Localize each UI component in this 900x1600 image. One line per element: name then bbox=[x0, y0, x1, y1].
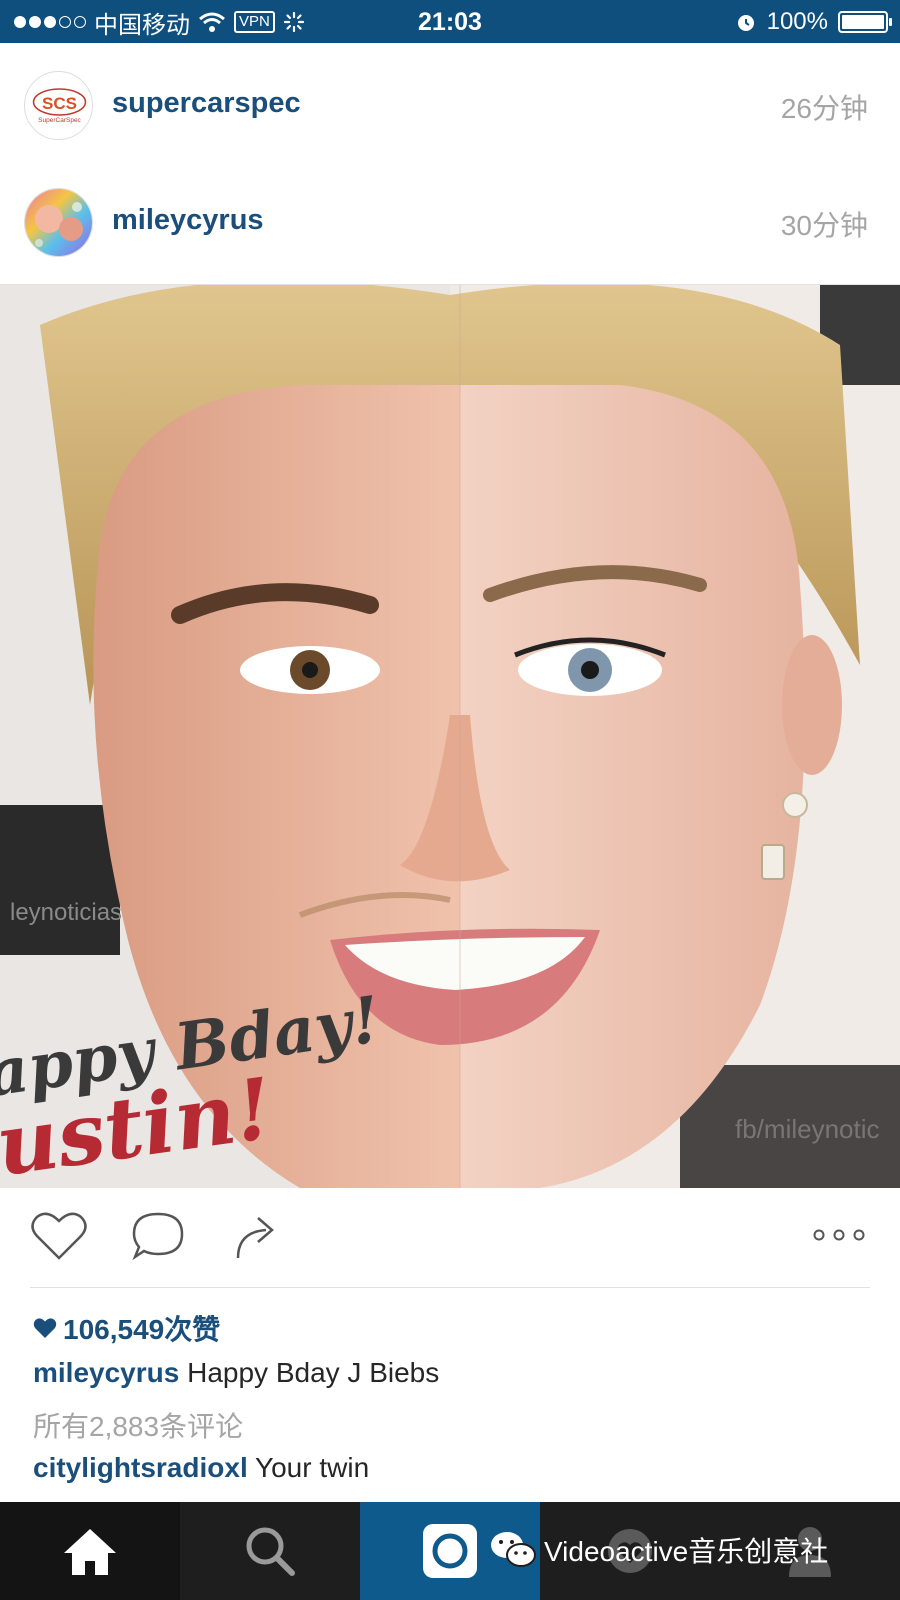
divider bbox=[30, 1287, 870, 1288]
caption-text: Happy Bday J Biebs bbox=[179, 1357, 440, 1388]
share-icon[interactable] bbox=[232, 1210, 280, 1267]
search-icon bbox=[246, 1527, 295, 1576]
post-action-bar bbox=[0, 1188, 900, 1288]
avatar[interactable]: SCS SuperCarSpec bbox=[24, 71, 93, 140]
post-time: 26分钟 bbox=[780, 93, 868, 124]
heart-icon[interactable] bbox=[30, 1210, 88, 1267]
post-caption: mileycyrus Happy Bday J Biebs bbox=[33, 1357, 439, 1389]
post-time: 30分钟 bbox=[780, 210, 868, 241]
comment-icon[interactable] bbox=[130, 1210, 186, 1267]
avatar-logo-text: SCS bbox=[42, 94, 77, 113]
battery-percent: 100% bbox=[766, 8, 828, 35]
post-username[interactable]: supercarspec bbox=[112, 87, 301, 120]
post-photo[interactable]: appy Bday! ustin! leynoticias fb/mileyno… bbox=[0, 285, 900, 1188]
caption-username[interactable]: mileycyrus bbox=[33, 1357, 179, 1388]
battery-icon bbox=[838, 11, 892, 33]
wechat-watermark: Videoactive音乐创意社 bbox=[490, 1525, 828, 1575]
tab-home[interactable] bbox=[0, 1502, 180, 1600]
likes-count[interactable]: 106,549次赞 bbox=[33, 1308, 220, 1348]
status-bar: 中国移动 VPN 21:03 100% bbox=[0, 0, 900, 43]
photo-watermark-left: leynoticias bbox=[10, 899, 122, 926]
likes-label: 106,549次赞 bbox=[63, 1314, 221, 1345]
home-icon bbox=[64, 1529, 116, 1575]
photo-watermark-right: fb/mileynotic bbox=[735, 1114, 880, 1144]
heart-filled-icon bbox=[33, 1318, 57, 1338]
wechat-icon bbox=[491, 1532, 536, 1567]
alarm-icon bbox=[737, 15, 754, 31]
post-header-mileycyrus: mileycyrus 30分钟 bbox=[0, 160, 900, 285]
svg-text:SuperCarSpec: SuperCarSpec bbox=[38, 117, 81, 124]
tab-search[interactable] bbox=[180, 1502, 360, 1600]
comment-username[interactable]: citylightsradioxl bbox=[33, 1452, 248, 1483]
comment-text: Your twin bbox=[247, 1452, 370, 1483]
avatar[interactable] bbox=[24, 188, 93, 257]
camera-icon bbox=[423, 1524, 477, 1578]
post-username[interactable]: mileycyrus bbox=[112, 204, 264, 237]
post-header-supercarspec: SCS SuperCarSpec supercarspec 26分钟 bbox=[0, 43, 900, 168]
more-icon[interactable] bbox=[812, 1228, 866, 1247]
comment-item: citylightsradioxl Your twin bbox=[33, 1452, 369, 1484]
status-right: 100% bbox=[735, 8, 892, 36]
watermark-text: Videoactive音乐创意社 bbox=[544, 1536, 829, 1567]
view-all-comments-link[interactable]: 所有2,883条评论 bbox=[33, 1405, 243, 1445]
